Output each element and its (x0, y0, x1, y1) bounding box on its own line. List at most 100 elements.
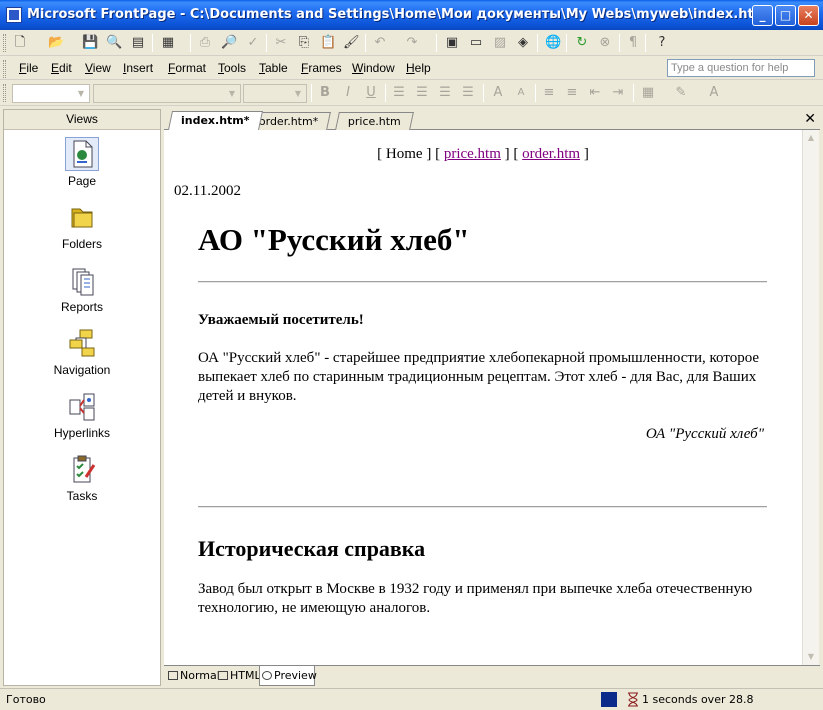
font-dropdown[interactable]: ▼ (93, 84, 241, 103)
view-mode-tabs: Normal HTML Preview (164, 665, 820, 686)
page-nav-bar: [ Home ] [ price.htm ] [ order.htm ] (377, 146, 589, 162)
view-reports[interactable]: Reports (4, 264, 160, 314)
connection-icon (601, 692, 617, 707)
align-left-icon[interactable]: ☰ (391, 85, 407, 101)
view-hyperlinks[interactable]: Hyperlinks (4, 390, 160, 440)
page-editor[interactable]: [ Home ] [ price.htm ] [ order.htm ] 02.… (164, 130, 802, 665)
decrease-font-icon[interactable]: A (513, 85, 529, 101)
open-folder-icon[interactable]: 📂 (48, 35, 64, 51)
price-link[interactable]: price.htm (444, 146, 501, 162)
insert-layer-icon[interactable]: ▣ (444, 35, 460, 51)
borders-icon[interactable]: ▦ (640, 85, 656, 101)
highlight-icon[interactable]: ✎ (673, 85, 689, 101)
normal-view-icon (168, 671, 178, 680)
stop-icon[interactable]: ⊗ (597, 35, 613, 51)
tab-index[interactable]: index.htm* (167, 111, 263, 130)
menu-file[interactable]: File (19, 61, 38, 75)
menu-window[interactable]: Window (352, 61, 395, 75)
view-tasks[interactable]: Tasks (4, 453, 160, 503)
menu-table[interactable]: Table (259, 61, 288, 75)
spelling-icon[interactable]: ✓ (245, 35, 261, 51)
view-navigation[interactable]: Navigation (4, 327, 160, 377)
page-view-icon (65, 137, 99, 171)
close-button[interactable]: ✕ (798, 5, 819, 26)
decrease-indent-icon[interactable]: ⇤ (587, 85, 603, 101)
title-bar: Microsoft FrontPage - C:\Documents and S… (0, 0, 823, 30)
redo-icon[interactable]: ↷ (404, 35, 420, 51)
web-component-icon[interactable]: ▦ (160, 35, 176, 51)
menu-format[interactable]: Format (168, 61, 206, 75)
bold-icon[interactable]: B (317, 85, 333, 101)
toolbar-grip[interactable] (3, 34, 6, 52)
insert-table-icon[interactable]: ▭ (468, 35, 484, 51)
justify-icon[interactable]: ☰ (460, 85, 476, 101)
chevron-down-icon: ▼ (77, 89, 85, 98)
order-link[interactable]: order.htm (522, 146, 580, 162)
view-folders[interactable]: Folders (4, 201, 160, 251)
formatting-grip[interactable] (3, 84, 6, 102)
menu-help[interactable]: Help (406, 61, 431, 75)
insert-picture-icon[interactable]: ▨ (492, 35, 508, 51)
cut-icon[interactable]: ✂ (273, 35, 289, 51)
drawing-icon[interactable]: ◈ (515, 35, 531, 51)
style-dropdown[interactable]: ▼ (12, 84, 90, 103)
italic-icon[interactable]: I (340, 85, 356, 101)
publish-icon[interactable]: ▤ (130, 35, 146, 51)
views-header: Views (4, 110, 160, 130)
menu-frames[interactable]: Frames (301, 61, 342, 75)
scroll-down-icon[interactable]: ▼ (803, 649, 819, 665)
save-icon[interactable]: 💾 (82, 35, 98, 51)
hyperlinks-icon (66, 390, 98, 422)
show-all-icon[interactable]: ¶ (625, 35, 641, 51)
increase-font-icon[interactable]: A (490, 85, 506, 101)
numbering-icon[interactable]: ≡ (541, 85, 557, 101)
help-icon[interactable]: ? (654, 35, 670, 51)
help-question-input[interactable]: Type a question for help (667, 59, 815, 77)
view-label-folders: Folders (61, 237, 102, 251)
font-color-icon[interactable]: A (706, 85, 722, 101)
view-page[interactable]: Page (4, 137, 160, 188)
folder-icon (66, 201, 98, 233)
undo-icon[interactable]: ↶ (372, 35, 388, 51)
font-size-dropdown[interactable]: ▼ (243, 84, 307, 103)
new-page-icon[interactable]: 🗋 (12, 35, 28, 51)
tasks-icon (66, 453, 98, 485)
underline-icon[interactable]: U (363, 85, 379, 101)
menu-tools[interactable]: Tools (218, 61, 246, 75)
minimize-button[interactable]: _ (752, 5, 773, 26)
menu-insert[interactable]: Insert (123, 61, 153, 75)
hyperlink-icon[interactable]: 🌐 (545, 35, 561, 51)
menu-bar: File Edit View Insert Format Tools Table… (0, 56, 823, 80)
bullets-icon[interactable]: ≡ (564, 85, 580, 101)
signature-text: ОА "Русский хлеб" (645, 426, 764, 442)
tab-price[interactable]: price.htm (335, 112, 414, 130)
menu-edit[interactable]: Edit (51, 61, 72, 75)
close-document-icon[interactable]: ✕ (804, 111, 816, 127)
menubar-grip[interactable] (3, 60, 6, 78)
formatting-toolbar: ▼ ▼ ▼ B I U ☰ ☰ ☰ ☰ A A ≡ ≡ ⇤ ⇥ ▦ ✎ A (0, 80, 823, 106)
page-date: 02.11.2002 (174, 183, 241, 199)
vertical-scrollbar[interactable]: ▲ ▼ (802, 130, 819, 665)
tab-preview[interactable]: Preview (259, 666, 317, 686)
preview-view-icon (262, 671, 272, 680)
view-label-page: Page (67, 174, 97, 188)
print-preview-icon[interactable]: 🔎 (221, 35, 237, 51)
hourglass-icon (626, 692, 642, 707)
history-paragraph: Завод был открыт в Москве в 1932 году и … (198, 581, 753, 616)
align-right-icon[interactable]: ☰ (437, 85, 453, 101)
scroll-up-icon[interactable]: ▲ (803, 130, 819, 146)
refresh-icon[interactable]: ↻ (574, 35, 590, 51)
tab-html[interactable]: HTML (216, 666, 265, 686)
copy-icon[interactable]: ⎘ (296, 35, 312, 51)
align-center-icon[interactable]: ☰ (414, 85, 430, 101)
search-icon[interactable]: 🔍 (106, 35, 122, 51)
maximize-button[interactable]: □ (775, 5, 796, 26)
chevron-down-icon: ▼ (294, 89, 302, 98)
menu-view[interactable]: View (85, 61, 111, 75)
frontpage-app-icon[interactable] (6, 7, 22, 23)
history-heading: Историческая справка (198, 536, 426, 561)
increase-indent-icon[interactable]: ⇥ (610, 85, 626, 101)
paste-icon[interactable]: 📋 (320, 35, 336, 51)
format-painter-icon[interactable]: 🖌 (343, 35, 360, 51)
print-icon[interactable]: ⎙ (197, 35, 213, 51)
